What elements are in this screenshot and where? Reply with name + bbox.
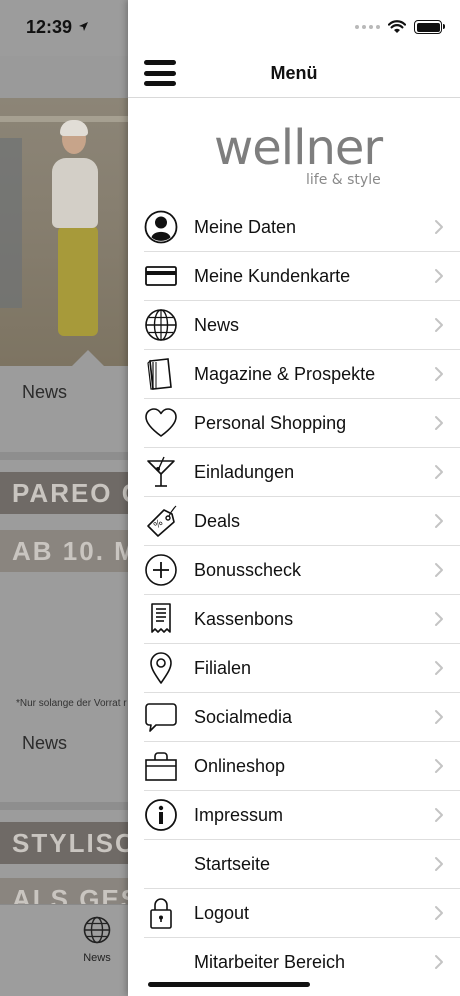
menu-item-logout[interactable]: Logout (144, 889, 460, 938)
photo-notch (72, 350, 104, 366)
menu-item-label: Magazine & Prospekte (194, 363, 376, 384)
menu-item-bonusscheck[interactable]: Bonusscheck (144, 546, 460, 595)
menu-item-label: Logout (194, 902, 250, 923)
blank-icon-slot (144, 946, 178, 980)
menu-item-label: Meine Daten (194, 216, 297, 237)
wifi-icon (388, 20, 406, 33)
speech-bubble-icon (144, 700, 178, 734)
fine-print: *Nur solange der Vorrat r (16, 698, 127, 709)
promo-banner-line[interactable]: AB 10. MA (0, 530, 128, 572)
news-photo[interactable] (0, 98, 128, 366)
menu-item-deals[interactable]: % Deals (144, 497, 460, 546)
promo-banner-line[interactable]: PAREO GES (0, 472, 128, 514)
background-header (0, 56, 128, 98)
card-icon (144, 259, 178, 293)
chevron-right-icon (435, 269, 443, 283)
globe-icon (83, 916, 111, 944)
magazine-icon (144, 357, 178, 391)
menu-item-label: Personal Shopping (194, 412, 347, 433)
chevron-right-icon (435, 612, 443, 626)
menu-item-label: Einladungen (194, 461, 295, 482)
location-pin-icon (144, 651, 178, 685)
chevron-right-icon (435, 416, 443, 430)
logo-tagline: life & style (306, 172, 381, 188)
battery-icon (414, 20, 445, 34)
menu-item-news[interactable]: News (144, 301, 460, 350)
side-menu-drawer: Menü wellner life & style Meine Daten Me… (128, 0, 460, 996)
menu-item-magazine-prospekte[interactable]: Magazine & Prospekte (144, 350, 460, 399)
blank-icon-slot (144, 847, 178, 881)
shopping-bag-icon (144, 749, 178, 783)
info-icon (144, 798, 178, 832)
chevron-right-icon (435, 710, 443, 724)
user-icon (144, 210, 178, 244)
chevron-right-icon (435, 661, 443, 675)
drawer-header: Menü (128, 48, 460, 98)
menu-item-label: Deals (194, 510, 241, 531)
globe-icon (144, 308, 178, 342)
menu-item-label: Onlineshop (194, 755, 286, 776)
chevron-right-icon (435, 808, 443, 822)
chevron-right-icon (435, 759, 443, 773)
receipt-icon (144, 602, 178, 636)
section-divider (0, 452, 128, 460)
status-time: 12:39 (26, 17, 73, 37)
home-indicator[interactable] (148, 982, 310, 987)
menu-item-label: Meine Kundenkarte (194, 265, 351, 286)
menu-item-einladungen[interactable]: Einladungen (144, 448, 460, 497)
heart-icon (144, 406, 178, 440)
menu-item-meine-kundenkarte[interactable]: Meine Kundenkarte (144, 252, 460, 301)
menu-item-filialen[interactable]: Filialen (144, 644, 460, 693)
plus-circle-icon (144, 553, 178, 587)
menu-item-socialmedia[interactable]: Socialmedia (144, 693, 460, 742)
chevron-right-icon (435, 955, 443, 969)
chevron-right-icon (435, 318, 443, 332)
logo-wordmark: wellner (214, 120, 383, 176)
menu-item-label: Socialmedia (194, 706, 293, 727)
menu-item-label: News (194, 314, 240, 335)
tab-bar: News (0, 904, 128, 996)
promo-banner-line[interactable]: ALS GESCH (0, 878, 128, 904)
tag-icon: % (144, 504, 178, 538)
drawer-title: Menü (270, 63, 318, 83)
menu-item-label: Kassenbons (194, 608, 294, 629)
chevron-right-icon (435, 906, 443, 920)
chevron-right-icon (435, 857, 443, 871)
news-section-label: News (22, 733, 68, 753)
menu-item-personal-shopping[interactable]: Personal Shopping (144, 399, 460, 448)
cocktail-icon (144, 455, 178, 489)
section-divider (0, 802, 128, 810)
chevron-right-icon (435, 465, 443, 479)
chevron-right-icon (435, 367, 443, 381)
cellular-signal-icon (355, 25, 380, 29)
news-section-label: News (22, 382, 68, 402)
menu-item-label: Startseite (194, 853, 271, 874)
tab-news[interactable]: News (80, 915, 114, 964)
promo-banner-line[interactable]: STYLISCHE (0, 822, 128, 864)
tab-news-label: News (83, 952, 111, 964)
menu-item-startseite[interactable]: Startseite (144, 840, 460, 889)
menu-item-label: Impressum (194, 804, 284, 825)
location-arrow-icon (79, 22, 88, 31)
menu-item-meine-daten[interactable]: Meine Daten (144, 203, 460, 252)
menu-item-label: Bonusscheck (194, 559, 302, 580)
lock-icon (144, 896, 178, 930)
menu-item-impressum[interactable]: Impressum (144, 791, 460, 840)
menu-item-onlineshop[interactable]: Onlineshop (144, 742, 460, 791)
chevron-right-icon (435, 220, 443, 234)
status-bar-left: 12:39 (0, 0, 128, 56)
chevron-right-icon (435, 563, 443, 577)
menu-item-label: Mitarbeiter Bereich (194, 952, 346, 972)
menu-item-kassenbons[interactable]: Kassenbons (144, 595, 460, 644)
chevron-right-icon (435, 514, 443, 528)
brand-logo: wellner life & style (214, 110, 384, 192)
status-bar-right (355, 18, 445, 36)
main-menu: Meine Daten Meine Kundenkarte News Magaz… (144, 203, 460, 987)
menu-item-label: Filialen (194, 657, 252, 678)
menu-item-mitarbeiter-bereich[interactable]: Mitarbeiter Bereich (144, 938, 460, 987)
